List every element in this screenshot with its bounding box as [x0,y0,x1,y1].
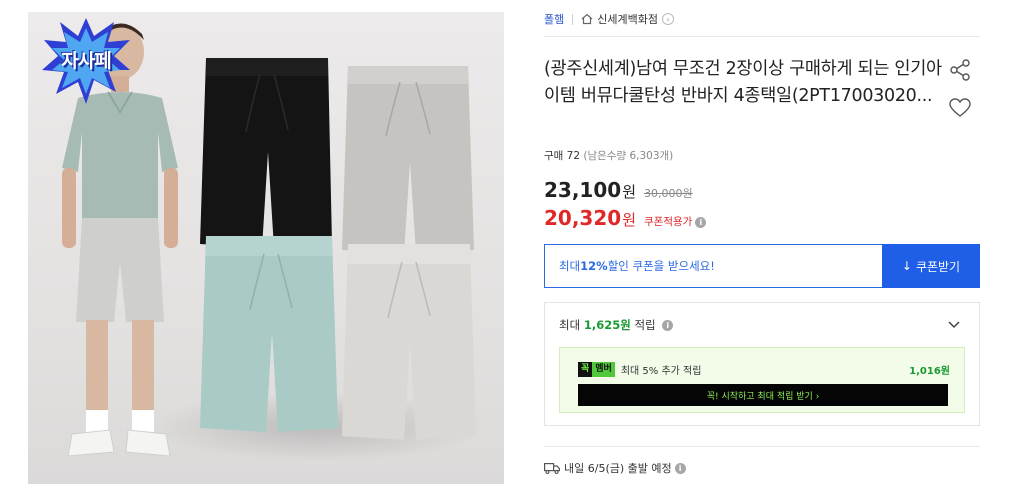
model-left-leg [86,320,108,420]
share-icon[interactable] [948,58,972,82]
member-start-button[interactable]: 꼭! 시작하고 최대 적립 받기 › [578,384,948,406]
member-benefit-amount: 1,016원 [909,366,950,377]
shorts-black [200,58,332,248]
shipping-divider [544,446,980,447]
shorts-beige [342,244,476,440]
points-amount-wrap: 1,625원 [584,318,631,332]
member-benefit-box: 꼭 멤버 최대 5% 추가 적립 1,016원 꼭! 시작하고 최대 적립 받기 … [559,347,965,413]
breadcrumb: 폴햄 신세계백화점 › [544,10,674,28]
points-amount: 1,625원 [583,318,631,332]
coupon-price-currency: 원 [622,211,636,229]
member-badge-label: 멤버 [592,362,615,377]
shipping-info-icon[interactable]: i [674,462,686,474]
member-benefit-text: 최대 5% 추가 적립 [620,366,702,377]
member-badge-mark: 꼭 [578,362,593,377]
shipping-info: 내일 6/5(금) 출발 예정 i [544,460,686,476]
chevron-down-icon[interactable] [947,317,961,331]
coupon-banner: 최대 12% 할인 쿠폰을 받으세요! ↓ 쿠폰받기 [544,244,980,288]
coupon-info-icon[interactable]: i [695,217,707,228]
model-right-shoe [125,429,171,457]
badge-label: 자사페 [61,50,111,72]
model-right-leg [132,320,154,420]
model-shorts [76,218,164,322]
shorts-grey [342,66,474,254]
shorts-mint-waistband [206,236,332,256]
points-info-icon[interactable]: i [662,320,674,331]
coupon-message: 최대 12% 할인 쿠폰을 받으세요! [544,244,882,288]
shipping-text: 내일 6/5(금) 출발 예정 [564,462,672,475]
original-price: 30,000원 [644,187,693,200]
shorts-mint [200,236,338,432]
model-left-arm [62,168,76,248]
breadcrumb-separator [572,13,574,25]
remaining-stock: (남은수량 6,303개) [583,150,674,162]
purchase-count-label: 구매 72 [544,150,581,162]
shorts-beige-waistband [348,244,470,264]
chevron-right-icon[interactable]: › [661,13,674,25]
heart-icon[interactable] [948,96,972,120]
points-header[interactable]: 최대 1,625원 적립 i [559,317,674,333]
shorts-grey-waistband [348,66,468,84]
coupon-msg-prefix: 최대 [559,259,581,273]
purchase-count: 구매 72 (남은수량 6,303개) [544,148,673,163]
price-row: 23,100 원 30,000원 [544,178,693,202]
download-icon: ↓ [901,259,912,273]
coupon-price-note: 쿠폰적용가 [644,216,693,228]
member-badge: 꼭 멤버 [578,362,615,377]
product-image: 자사페 [28,12,504,484]
store-home-icon [581,13,593,25]
coupon-price-row: 20,320 원 쿠폰적용가 i [544,206,707,230]
get-coupon-button[interactable]: ↓ 쿠폰받기 [882,244,980,288]
product-title: (광주신세계)남여 무조건 2장이상 구매하게 되는 인기아이템 버뮤다쿨탄성 … [544,59,942,106]
breadcrumb-brand[interactable]: 폴햄 [544,11,564,27]
shorts-black-waistband [206,58,328,76]
coupon-msg-suffix: 할인 쿠폰을 받으세요! [607,259,715,273]
points-prefix: 최대 [559,318,584,332]
points-panel: 최대 1,625원 적립 i 꼭 멤버 최대 5% 추가 적립 1,016원 꼭!… [544,302,980,426]
current-price-currency: 원 [622,183,636,201]
product-info-panel: 폴햄 신세계백화점 › (광주신세계)남여 무조건 2장이상 구매하게 되는 인… [544,0,980,494]
breadcrumb-store[interactable]: 신세계백화점 [597,11,658,27]
current-price: 23,100 [544,178,622,202]
coupon-msg-percent: 12% [580,259,608,273]
model-right-arm [164,168,178,248]
promo-badge: 자사페 [42,18,130,104]
model-left-shoe [67,429,115,457]
coupon-price: 20,320 [544,206,622,230]
points-suffix: 적립 [630,318,656,332]
get-coupon-label: 쿠폰받기 [915,259,961,274]
breadcrumb-divider [544,36,980,37]
member-benefit-row: 꼭 멤버 최대 5% 추가 적립 1,016원 [578,362,950,377]
truck-icon [544,463,560,474]
